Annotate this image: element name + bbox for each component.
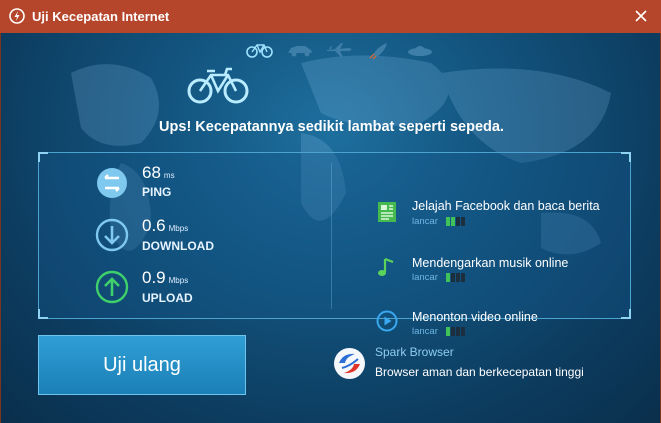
rocket-icon (369, 43, 387, 59)
level-bar (461, 327, 465, 336)
level-bar (451, 217, 455, 226)
panel-corner (38, 152, 48, 162)
download-label: DOWNLOAD (142, 239, 214, 253)
activity-status-music: lancar (412, 272, 438, 283)
panel-corner (621, 309, 631, 319)
level-bar (446, 327, 450, 336)
ping-number: 68 (142, 163, 161, 182)
activity-status-browse: lancar (412, 216, 438, 227)
upload-label: UPLOAD (142, 291, 193, 305)
result-headline: Ups! Kecepatannya sedikit lambat seperti… (159, 119, 504, 135)
bicycle-hero-icon (187, 67, 249, 104)
main-window: Ups! Kecepatannya sedikit lambat seperti… (0, 33, 661, 423)
window-title: Uji Kecepatan Internet (32, 9, 170, 24)
level-bar (456, 273, 460, 282)
level-bar (451, 327, 455, 336)
activity-status-video: lancar (412, 326, 438, 337)
bicycle-icon (246, 44, 273, 58)
activity-level-music (446, 273, 470, 282)
activity-title-browse: Jelajah Facebook dan baca berita (412, 199, 600, 213)
level-bar (456, 217, 460, 226)
upload-unit: Mbps (168, 276, 189, 285)
upload-number: 0.9 (142, 268, 166, 287)
level-bar (461, 217, 465, 226)
upload-icon (95, 270, 129, 304)
level-bar (461, 273, 465, 282)
close-icon[interactable] (631, 6, 651, 26)
ping-value: 68 ms (142, 163, 175, 183)
upload-value: 0.9 Mbps (142, 268, 188, 288)
music-icon (378, 257, 394, 276)
retest-button[interactable]: Uji ulang (38, 335, 246, 395)
news-icon (378, 202, 396, 222)
ping-label: PING (142, 185, 172, 199)
speedometer-logo-icon (9, 8, 25, 24)
plane-icon (327, 43, 352, 57)
car-icon (288, 46, 312, 57)
spark-browser-logo-icon[interactable] (333, 347, 366, 380)
promo-link-spark-browser[interactable]: Spark Browser (375, 345, 454, 359)
level-bar (446, 273, 450, 282)
download-icon (95, 218, 129, 252)
ufo-icon (408, 46, 432, 56)
ping-unit: ms (163, 171, 175, 180)
results-panel: 68 ms PING 0.6 Mbps DOWNLOAD 0.9 Mbps UPLOA… (38, 152, 631, 337)
activity-level-video (446, 327, 470, 336)
level-bar (446, 217, 450, 226)
download-number: 0.6 (142, 216, 166, 235)
activity-level-browse (446, 217, 470, 226)
title-bar: Uji Kecepatan Internet (0, 0, 661, 33)
play-video-icon (376, 310, 398, 332)
download-value: 0.6 Mbps (142, 216, 188, 236)
level-bar (456, 327, 460, 336)
activity-title-video: Menonton video online (412, 310, 538, 324)
download-unit: Mbps (168, 224, 189, 233)
promo-description: Browser aman dan berkecepatan tinggi (375, 365, 584, 379)
panel-corner (621, 152, 631, 162)
activity-title-music: Mendengarkan musik online (412, 256, 569, 270)
ping-icon (97, 168, 127, 198)
panel-divider (331, 163, 332, 309)
level-bar (451, 273, 455, 282)
panel-corner (38, 309, 48, 319)
